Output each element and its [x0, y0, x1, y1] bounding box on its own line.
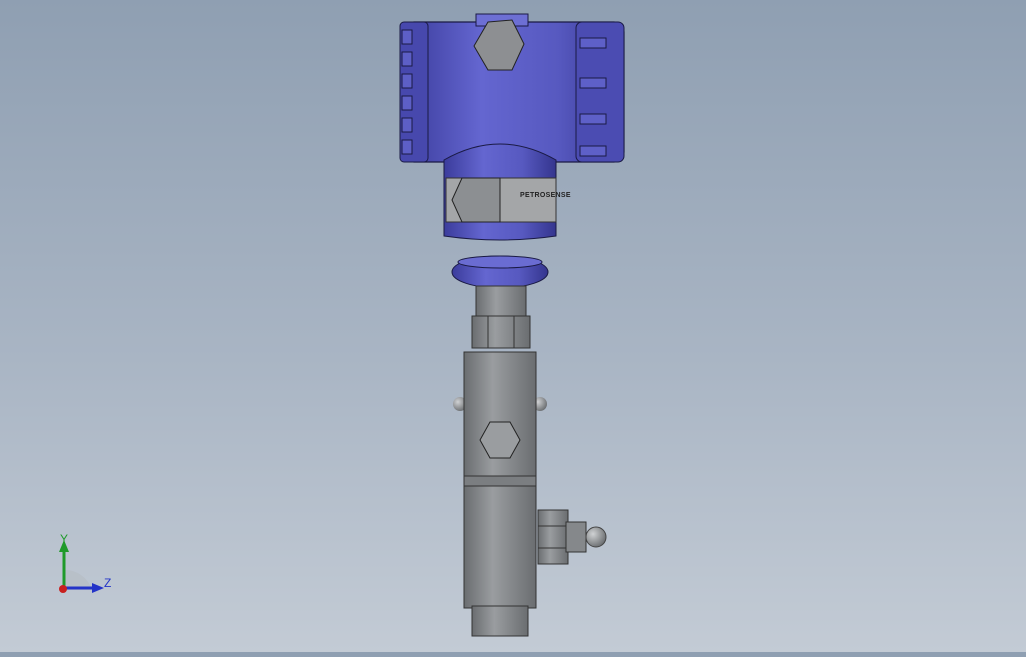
valve-block-upper: [453, 351, 547, 477]
stem-pipe: [475, 285, 527, 319]
z-axis-arrow: [92, 583, 104, 593]
z-axis-label: Z: [104, 576, 112, 590]
brand-label: PETROSENSE: [520, 192, 571, 199]
hex-coupling: [471, 315, 531, 349]
y-axis-label: Y: [60, 532, 69, 546]
housing-neck: [443, 143, 557, 289]
housing-head: [399, 13, 625, 163]
x-axis-dot: [59, 585, 67, 593]
valve-block-lower: [463, 475, 607, 637]
3d-viewport[interactable]: PETROSENSE Y Z: [0, 0, 1026, 652]
coordinate-triad[interactable]: [59, 540, 104, 593]
transmitter-model: [59, 13, 625, 637]
